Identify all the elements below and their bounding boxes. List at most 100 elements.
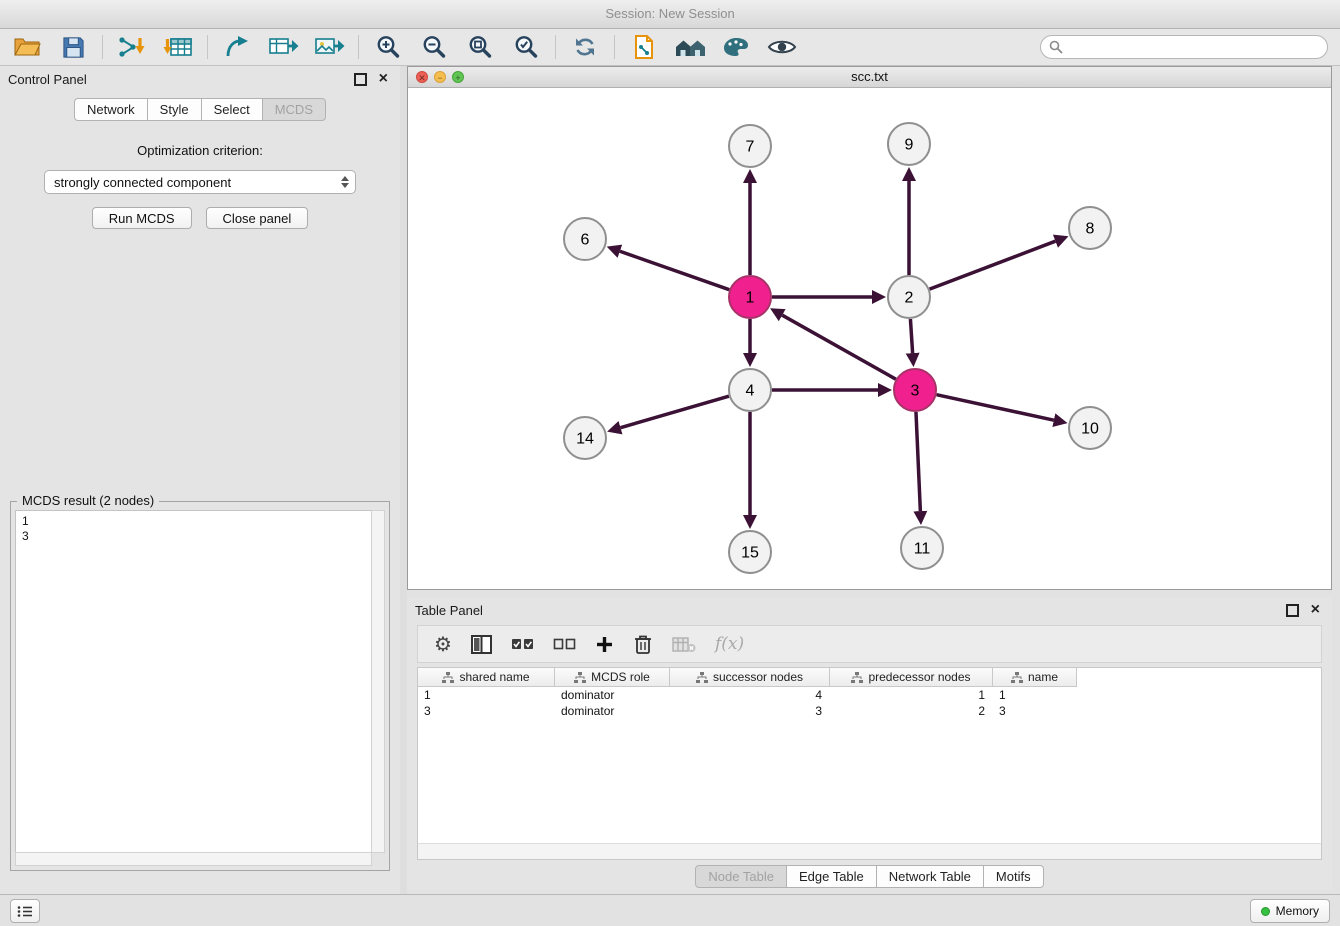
svg-text:2: 2 (905, 290, 914, 307)
minimize-window-icon[interactable]: − (434, 71, 446, 83)
table-row[interactable]: 3dominator323 (418, 703, 1321, 719)
node-10[interactable]: 10 (1069, 407, 1111, 449)
open-session-document-icon[interactable] (627, 32, 661, 62)
search-input[interactable] (1069, 39, 1319, 56)
window-titlebar: Session: New Session (0, 0, 1340, 29)
dropdown-selected-value: strongly connected component (54, 175, 231, 190)
open-file-icon[interactable] (10, 32, 44, 62)
zoom-in-icon[interactable] (371, 32, 405, 62)
delete-column-icon[interactable] (633, 633, 653, 655)
column-header-shared-name[interactable]: shared name (418, 668, 555, 687)
close-table-panel-icon[interactable]: × (1311, 603, 1320, 617)
table-settings-icon[interactable]: ⚙ (434, 632, 452, 657)
zoom-selected-icon[interactable] (509, 32, 543, 62)
zoom-fit-content-icon[interactable] (463, 32, 497, 62)
window-title: Session: New Session (605, 6, 734, 21)
apply-style-icon[interactable] (719, 32, 753, 62)
search-box[interactable] (1040, 35, 1328, 59)
column-header-name[interactable]: name (993, 668, 1077, 687)
node-9[interactable]: 9 (888, 123, 930, 165)
edge-4-14[interactable] (621, 396, 729, 428)
memory-label: Memory (1276, 904, 1319, 918)
show-graphics-details-icon[interactable] (765, 32, 799, 62)
function-builder-icon: f(x) (715, 634, 744, 654)
import-table-from-file-icon[interactable] (161, 32, 195, 62)
node-11[interactable]: 11 (901, 527, 943, 569)
main-toolbar (0, 29, 1340, 66)
add-column-icon[interactable] (595, 635, 614, 654)
network-graph[interactable]: 7 9 6 8 1 2 4 3 14 10 15 11 (408, 87, 1331, 589)
close-panel-button[interactable]: Close panel (206, 207, 309, 229)
edge-3-1[interactable] (782, 315, 896, 379)
network-home-icon[interactable] (673, 32, 707, 62)
tab-style[interactable]: Style (147, 98, 202, 121)
save-session-icon[interactable] (56, 32, 90, 62)
edge-3-11[interactable] (916, 412, 920, 511)
node-1[interactable]: 1 (729, 276, 771, 318)
panel-splitter[interactable] (400, 66, 407, 894)
node-table-body: 1dominator4113dominator323 (418, 687, 1321, 719)
network-view-window: ✕ − + scc.txt 7 9 6 8 1 2 4 3 14 10 15 11 (407, 66, 1332, 590)
tab-select[interactable]: Select (201, 98, 263, 121)
node-14[interactable]: 14 (564, 417, 606, 459)
close-window-icon[interactable]: ✕ (416, 71, 428, 83)
edge-2-8[interactable] (930, 241, 1056, 289)
zoom-out-icon[interactable] (417, 32, 451, 62)
mcds-result-group: MCDS result (2 nodes) 1 3 (10, 501, 390, 871)
svg-text:4: 4 (746, 383, 755, 400)
tab-network-table[interactable]: Network Table (876, 865, 984, 888)
show-columns-icon[interactable] (471, 635, 492, 654)
edge-1-6[interactable] (620, 251, 729, 289)
deselect-all-rows-icon[interactable] (553, 637, 576, 651)
tab-node-table[interactable]: Node Table (695, 865, 787, 888)
svg-text:3: 3 (911, 383, 920, 400)
column-header-predecessor-nodes[interactable]: predecessor nodes (830, 668, 993, 687)
node-2[interactable]: 2 (888, 276, 930, 318)
toolbar-separator (207, 35, 208, 59)
tab-mcds[interactable]: MCDS (262, 98, 326, 121)
tab-network[interactable]: Network (74, 98, 148, 121)
float-table-panel-icon[interactable] (1286, 604, 1299, 617)
edge-2-3[interactable] (910, 319, 912, 353)
node-4[interactable]: 4 (729, 369, 771, 411)
toolbar-separator (614, 35, 615, 59)
node-table: shared nameMCDS rolesuccessor nodesprede… (417, 667, 1322, 860)
table-row[interactable]: 1dominator411 (418, 687, 1321, 703)
svg-text:6: 6 (581, 232, 590, 249)
table-panel-header: Table Panel × (407, 597, 1332, 623)
node-15[interactable]: 15 (729, 531, 771, 573)
optimization-criterion-dropdown[interactable]: strongly connected component (44, 170, 356, 194)
tab-edge-table[interactable]: Edge Table (786, 865, 877, 888)
select-all-rows-icon[interactable] (511, 637, 534, 651)
memory-button[interactable]: Memory (1250, 899, 1330, 923)
refresh-view-icon[interactable] (568, 32, 602, 62)
float-panel-icon[interactable] (354, 73, 367, 86)
node-7[interactable]: 7 (729, 125, 771, 167)
node-table-header: shared nameMCDS rolesuccessor nodesprede… (418, 668, 1321, 687)
export-image-icon[interactable] (312, 32, 346, 62)
svg-text:7: 7 (746, 139, 755, 156)
toolbar-separator (358, 35, 359, 59)
tab-motifs[interactable]: Motifs (983, 865, 1044, 888)
import-network-from-file-icon[interactable] (115, 32, 149, 62)
network-window-titlebar[interactable]: ✕ − + scc.txt (408, 67, 1331, 88)
run-mcds-button[interactable]: Run MCDS (92, 207, 192, 229)
node-3[interactable]: 3 (894, 369, 936, 411)
maximize-window-icon[interactable]: + (452, 71, 464, 83)
edge-3-10[interactable] (936, 395, 1053, 420)
result-vertical-scrollbar[interactable] (371, 510, 385, 853)
toolbar-separator (102, 35, 103, 59)
column-header-MCDS-role[interactable]: MCDS role (555, 668, 670, 687)
control-panel-header: Control Panel × (0, 66, 400, 92)
column-header-successor-nodes[interactable]: successor nodes (670, 668, 830, 687)
dropdown-stepper-icon (341, 176, 349, 188)
table-panel-title: Table Panel (415, 603, 1286, 618)
node-8[interactable]: 8 (1069, 207, 1111, 249)
table-horizontal-scrollbar[interactable] (418, 843, 1321, 859)
export-table-icon[interactable] (266, 32, 300, 62)
node-6[interactable]: 6 (564, 218, 606, 260)
close-panel-icon[interactable]: × (379, 72, 388, 86)
export-network-icon[interactable] (220, 32, 254, 62)
result-horizontal-scrollbar[interactable] (15, 852, 372, 866)
task-history-button[interactable] (10, 899, 40, 923)
